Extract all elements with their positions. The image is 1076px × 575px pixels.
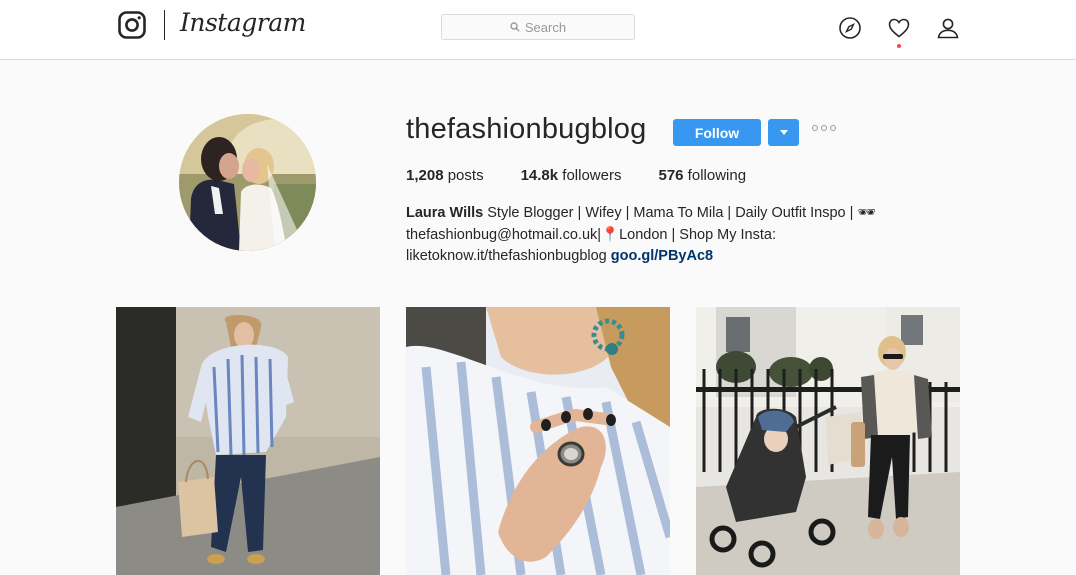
profile-username: thefashionbugblog [406, 113, 647, 145]
posts-stat: 1,208 posts [406, 167, 484, 184]
following-count: 576 [658, 167, 684, 184]
bio-line-1: Laura Wills Style Blogger | Wifey | Mama… [406, 203, 906, 225]
bio-shop-text: liketoknow.it/thefashionbugblog [406, 248, 611, 264]
following-stat[interactable]: 576 following [658, 167, 746, 184]
posts-label: posts [443, 167, 484, 184]
bio-external-link[interactable]: goo.gl/PByAc8 [611, 248, 713, 264]
more-options-button[interactable] [812, 125, 836, 131]
following-label: following [683, 167, 747, 184]
followers-label: followers [558, 167, 622, 184]
bio-full-name: Laura Wills [406, 205, 484, 221]
more-dot-icon [830, 125, 836, 131]
profile-bio: Laura Wills Style Blogger | Wifey | Mama… [406, 203, 906, 268]
chevron-down-icon [779, 130, 788, 135]
search-input[interactable]: Search [441, 14, 635, 40]
bio-description: Style Blogger | Wifey | Mama To Mila | D… [483, 205, 876, 221]
post-thumbnail[interactable] [406, 307, 670, 575]
bio-line-3: liketoknow.it/thefashionbugblog goo.gl/P… [406, 246, 906, 268]
post-thumbnail[interactable] [116, 307, 380, 575]
user-icon[interactable] [936, 16, 960, 40]
compass-icon[interactable] [838, 16, 862, 40]
posts-count: 1,208 [406, 167, 444, 184]
more-dot-icon [812, 125, 818, 131]
post-image [696, 307, 960, 575]
search-placeholder: Search [524, 19, 567, 35]
profile-avatar[interactable] [179, 114, 316, 251]
instagram-wordmark[interactable]: Instagram [180, 8, 306, 37]
followers-count: 14.8k [520, 167, 559, 184]
instagram-glyph-icon[interactable] [118, 11, 146, 39]
follow-button[interactable]: Follow [673, 119, 761, 146]
post-image [406, 307, 670, 575]
search-icon [510, 22, 520, 32]
post-image [116, 307, 380, 575]
logo-divider [164, 10, 165, 40]
avatar-image [179, 114, 316, 251]
suggested-accounts-dropdown-button[interactable] [768, 119, 799, 146]
followers-stat[interactable]: 14.8k followers [521, 167, 622, 184]
notification-dot [897, 44, 901, 48]
bio-line-2: thefashionbug@hotmail.co.uk|📍London | Sh… [406, 226, 776, 243]
heart-icon[interactable] [887, 16, 911, 40]
post-thumbnail[interactable] [696, 307, 960, 575]
profile-stats: 1,208 posts 14.8k followers 576 followin… [406, 167, 783, 184]
more-dot-icon [821, 125, 827, 131]
top-navigation-bar: Instagram Search [0, 0, 1076, 60]
